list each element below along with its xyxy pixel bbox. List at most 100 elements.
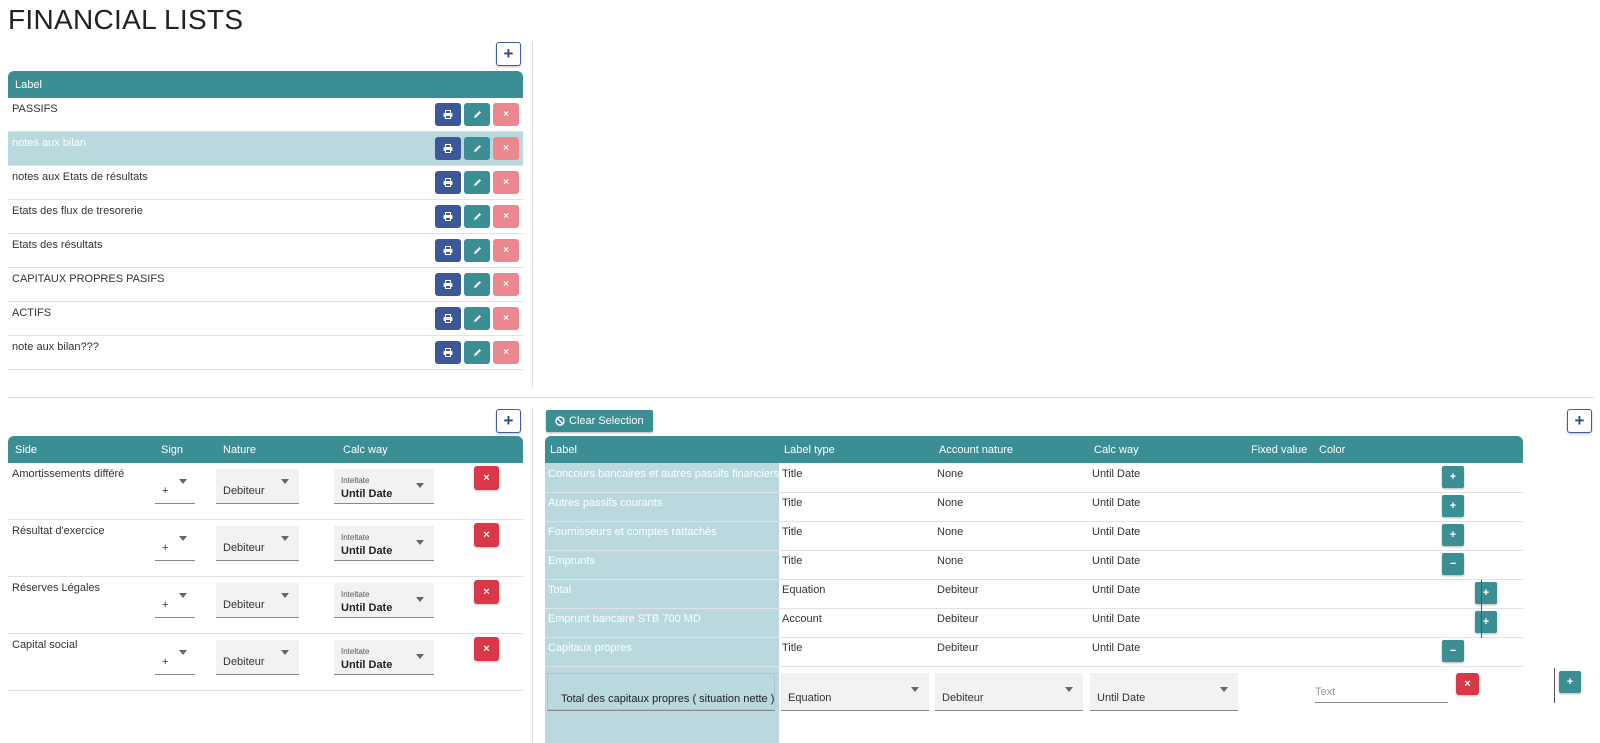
nature-select[interactable]: Debiteur — [216, 640, 299, 675]
delete-button[interactable]: × — [493, 137, 519, 160]
nature-select[interactable]: Debiteur — [216, 583, 299, 618]
account-nature-select[interactable]: Debiteur — [935, 673, 1083, 711]
table-row[interactable]: Emprunts Title None Until Date − — [545, 550, 1523, 580]
list-item[interactable]: Etats des résultats × — [8, 234, 523, 268]
print-button[interactable] — [435, 239, 461, 262]
expand-button[interactable]: + — [1475, 611, 1497, 633]
cell-calc-way: Until Date — [1092, 526, 1141, 538]
expand-button[interactable]: + — [1442, 466, 1464, 488]
delete-button[interactable]: × — [493, 273, 519, 296]
pencil-icon — [473, 178, 482, 187]
expand-button[interactable]: + — [1475, 582, 1497, 604]
calc-way-select[interactable]: Inteltate Until Date — [334, 583, 434, 618]
cell-account-nature: None — [937, 497, 964, 509]
collapse-button[interactable]: − — [1442, 640, 1464, 662]
edit-button[interactable] — [464, 137, 490, 160]
pencil-icon — [473, 246, 482, 255]
edit-button[interactable] — [464, 103, 490, 126]
column-header-side: Side — [15, 444, 38, 456]
remove-new-item-button[interactable]: × — [1456, 673, 1479, 695]
edit-button[interactable] — [464, 341, 490, 364]
delete-button[interactable]: × — [493, 205, 519, 228]
nature-select[interactable]: Debiteur — [216, 469, 299, 504]
side-label: Capital social — [12, 639, 78, 651]
collapse-button[interactable]: − — [1442, 553, 1464, 575]
edit-button[interactable] — [464, 205, 490, 228]
delete-side-button[interactable]: × — [474, 523, 499, 547]
row-actions: × — [435, 273, 519, 296]
delete-side-button[interactable]: × — [474, 466, 499, 490]
table-row[interactable]: Concours bancaires et autres passifs fin… — [545, 463, 1523, 493]
nature-value: Debiteur — [223, 485, 265, 497]
expand-button[interactable]: + — [1442, 524, 1464, 546]
list-item[interactable]: ACTIFS × — [8, 302, 523, 336]
calc-way-select[interactable]: Inteltate Until Date — [334, 469, 434, 504]
sign-select[interactable]: + — [155, 640, 195, 675]
close-icon: × — [503, 143, 509, 154]
cell-label-type: Title — [782, 468, 803, 480]
delete-side-button[interactable]: × — [474, 637, 499, 661]
table-row[interactable]: Capitaux propres Title Debiteur Until Date − — [545, 637, 1523, 667]
table-row[interactable]: Emprunt bancaire STB 700 MD Account Debite… — [545, 608, 1523, 638]
sign-value: + — [162, 542, 169, 554]
expand-button[interactable]: + — [1442, 495, 1464, 517]
new-item-label-field[interactable]: Total des capitaux propres ( situation n… — [547, 673, 775, 711]
list-item[interactable]: PASSIFS × — [8, 98, 523, 132]
print-icon — [443, 212, 453, 221]
color-text-input[interactable]: Text — [1315, 675, 1448, 703]
nature-select[interactable]: Debiteur — [216, 526, 299, 561]
calc-way-select[interactable]: Inteltate Until Date — [334, 526, 434, 561]
print-button[interactable] — [435, 307, 461, 330]
add-child-button[interactable]: + — [1559, 671, 1581, 693]
print-button[interactable] — [435, 273, 461, 296]
table-row: Réserves Légales + Debiteur Inteltate Until … — [8, 577, 523, 634]
list-item[interactable]: notes aux Etats de résultats × — [8, 166, 523, 200]
plus-icon: + — [503, 44, 514, 63]
list-item[interactable]: note aux bilan??? × — [8, 336, 523, 370]
cell-calc-way: Until Date — [1092, 584, 1141, 596]
print-button[interactable] — [435, 171, 461, 194]
add-side-button[interactable]: + — [496, 409, 521, 433]
chevron-down-icon — [1220, 687, 1228, 692]
calc-way-select[interactable]: Until Date — [1090, 673, 1238, 711]
delete-button[interactable]: × — [493, 239, 519, 262]
print-button[interactable] — [435, 205, 461, 228]
side-label: Amortissements différé — [12, 468, 125, 480]
clear-selection-button[interactable]: Clear Selection — [546, 410, 653, 432]
add-list-button[interactable]: + — [496, 42, 521, 66]
print-button[interactable] — [435, 103, 461, 126]
minus-icon: − — [1449, 645, 1457, 657]
print-button[interactable] — [435, 137, 461, 160]
sign-select[interactable]: + — [155, 583, 195, 618]
table-row[interactable]: Fournisseurs et comptes rattachés Title No… — [545, 521, 1523, 551]
close-icon: × — [483, 472, 490, 484]
edit-button[interactable] — [464, 239, 490, 262]
sign-select[interactable]: + — [155, 469, 195, 504]
edit-button[interactable] — [464, 171, 490, 194]
print-icon — [443, 144, 453, 153]
delete-button[interactable]: × — [493, 307, 519, 330]
list-item[interactable]: CAPITAUX PROPRES PASIFS × — [8, 268, 523, 302]
edit-button[interactable] — [464, 307, 490, 330]
column-header-label: Label — [15, 78, 42, 91]
plus-icon: + — [503, 411, 514, 430]
table-row: Capital social + Debiteur Inteltate Until Da… — [8, 634, 523, 691]
close-icon: × — [503, 211, 509, 222]
table-row[interactable]: Total Equation Debiteur Until Date + — [545, 579, 1523, 609]
edit-button[interactable] — [464, 273, 490, 296]
delete-button[interactable]: × — [493, 171, 519, 194]
list-item[interactable]: notes aux bilan × — [8, 132, 523, 166]
cell-account-nature: None — [937, 468, 964, 480]
table-row[interactable]: Autres passifs courants Title None Until Da… — [545, 492, 1523, 522]
delete-side-button[interactable]: × — [474, 580, 499, 604]
label-type-select[interactable]: Equation — [781, 673, 929, 711]
row-actions: × — [435, 103, 519, 126]
sign-select[interactable]: + — [155, 526, 195, 561]
delete-button[interactable]: × — [493, 341, 519, 364]
print-button[interactable] — [435, 341, 461, 364]
add-item-button[interactable]: + — [1567, 409, 1592, 433]
list-item[interactable]: Etats des flux de tresorerie × — [8, 200, 523, 234]
calc-way-select[interactable]: Inteltate Until Date — [334, 640, 434, 675]
column-header-sign: Sign — [161, 444, 184, 456]
delete-button[interactable]: × — [493, 103, 519, 126]
